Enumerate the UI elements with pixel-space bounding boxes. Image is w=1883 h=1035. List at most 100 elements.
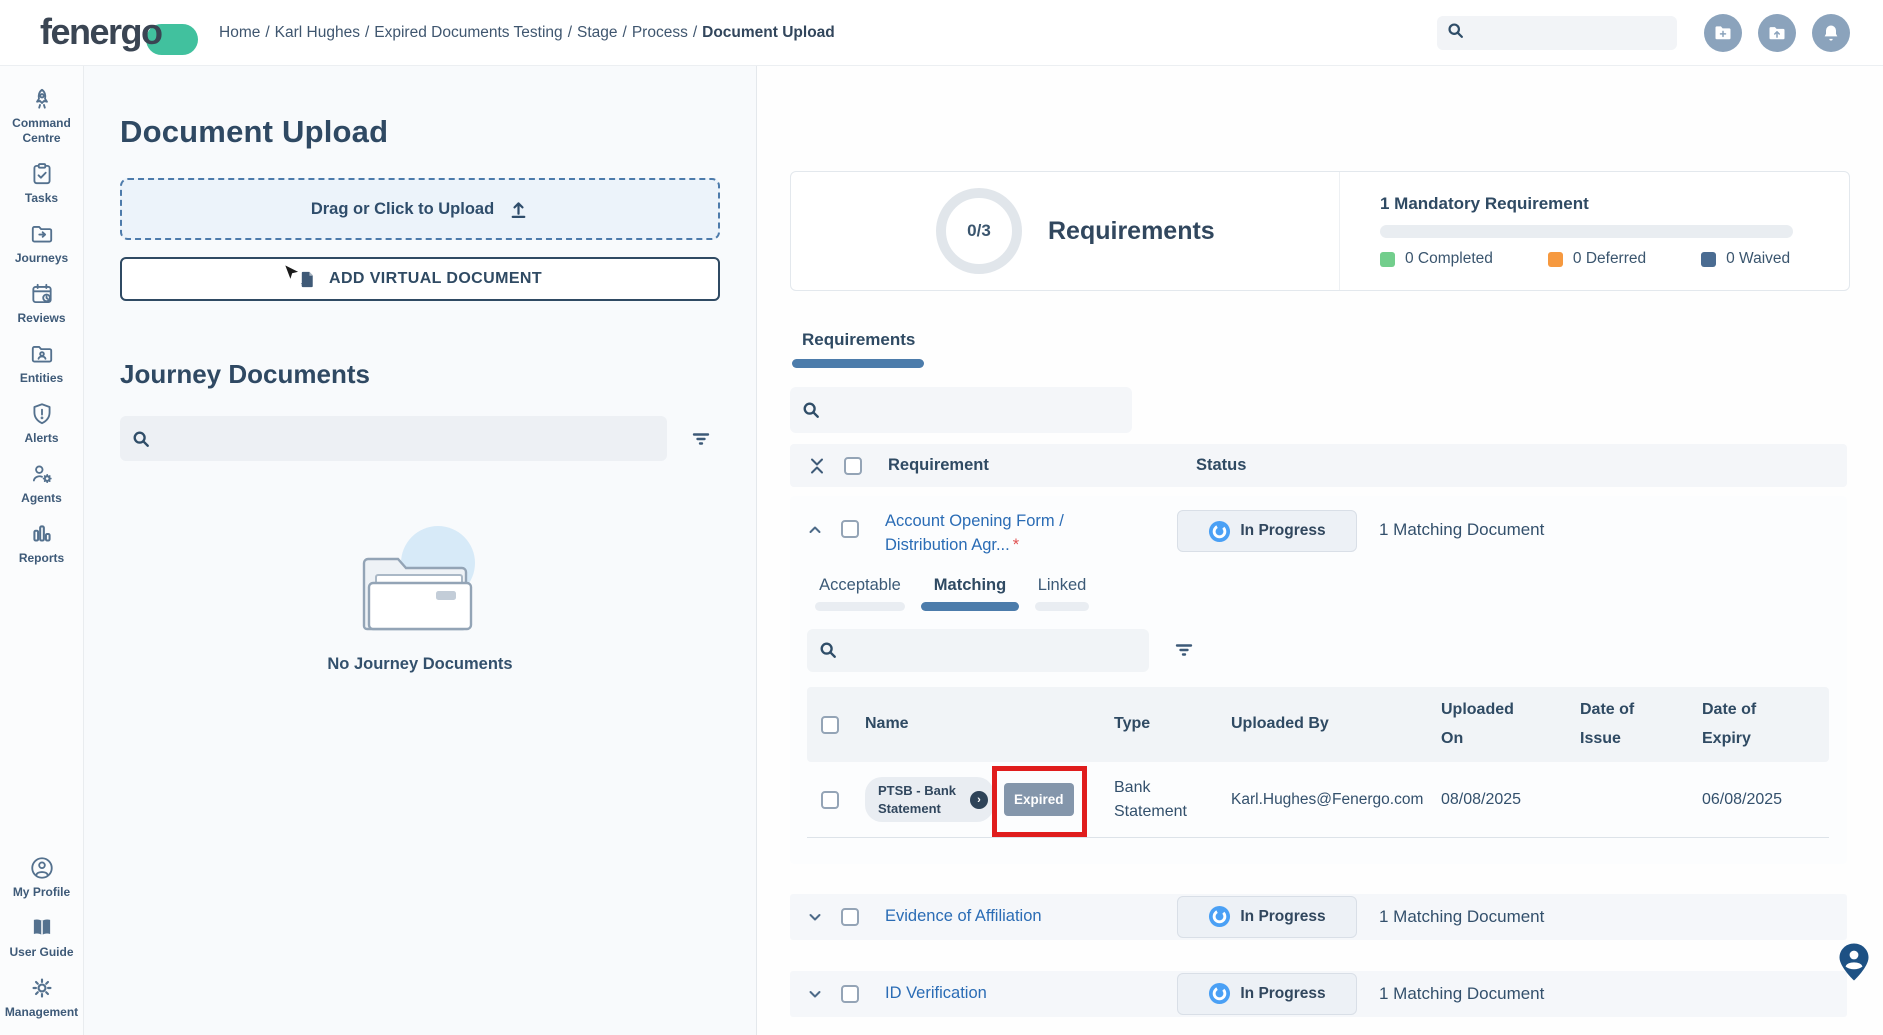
subtab-matching[interactable]: Matching (921, 576, 1019, 611)
expand-group-icon[interactable] (807, 909, 823, 925)
expired-status-badge: Expired (1004, 783, 1074, 816)
assist-widget-button[interactable] (1837, 942, 1871, 987)
matching-documents-search[interactable] (807, 629, 1149, 672)
mandatory-progress-bar (1380, 225, 1793, 238)
search-icon (802, 401, 820, 419)
breadcrumb-entity[interactable]: Karl Hughes (275, 24, 360, 41)
global-search-input[interactable] (1472, 25, 1662, 41)
column-date-of-expiry: Date of Expiry (1702, 696, 1815, 754)
breadcrumb-current: Document Upload (702, 24, 835, 41)
add-virtual-document-label: ADD VIRTUAL DOCUMENT (329, 270, 542, 288)
document-date-of-expiry-cell: 06/08/2025 (1702, 791, 1815, 809)
requirement-group-id-verification: ID Verification In Progress 1 Matching D… (790, 971, 1847, 1017)
journey-documents-title: Journey Documents (120, 359, 720, 390)
requirement-link-id-verification[interactable]: ID Verification (885, 984, 1177, 1003)
breadcrumb-home[interactable]: Home (219, 24, 260, 41)
requirements-table-header: Requirement Status (790, 444, 1847, 487)
global-search[interactable] (1437, 16, 1677, 50)
dropzone-label: Drag or Click to Upload (311, 200, 494, 219)
folder-plus-icon (1713, 23, 1733, 43)
status-chip-in-progress[interactable]: In Progress (1177, 510, 1357, 552)
legend-deferred: 0 Deferred (1548, 250, 1646, 268)
rocket-icon (29, 86, 55, 112)
legend-completed: 0 Completed (1380, 250, 1493, 268)
expand-group-icon[interactable] (807, 986, 823, 1002)
breadcrumb-stage[interactable]: Stage (577, 24, 618, 41)
notifications-button[interactable] (1812, 14, 1850, 52)
nav-user-guide[interactable]: User Guide (2, 915, 82, 960)
collapse-group-icon[interactable] (807, 522, 823, 538)
subtab-linked[interactable]: Linked (1035, 576, 1089, 611)
document-type-cell: Bank Statement (1114, 776, 1231, 822)
requirements-progress-donut: 0/3 (936, 188, 1022, 274)
matching-documents-filter-button[interactable] (1173, 639, 1195, 661)
person-pin-icon (1837, 942, 1871, 982)
fenergo-logo[interactable]: fenergo (40, 11, 205, 55)
tab-requirements[interactable]: Requirements (802, 330, 924, 368)
clipboard-check-icon (29, 161, 55, 187)
shield-alert-icon (29, 401, 55, 427)
open-document-icon[interactable]: › (970, 791, 988, 809)
column-name: Name (865, 710, 1114, 739)
logo-text: fenergo (40, 11, 162, 53)
nav-agents[interactable]: Agents (2, 461, 82, 506)
status-chip-in-progress[interactable]: In Progress (1177, 973, 1357, 1015)
add-folder-button[interactable] (1704, 14, 1742, 52)
filter-icon (690, 428, 712, 450)
document-name-cell: PTSB - Bank Statement › Expired (865, 777, 1114, 822)
requirement-checkbox[interactable] (841, 520, 859, 538)
upload-icon (508, 199, 529, 220)
nav-reports[interactable]: Reports (2, 521, 82, 566)
collapse-all-icon[interactable] (807, 456, 827, 476)
nav-my-profile[interactable]: My Profile (2, 855, 82, 900)
requirement-checkbox[interactable] (841, 985, 859, 1003)
requirements-search[interactable] (790, 387, 1132, 433)
calendar-clock-icon (29, 281, 55, 307)
requirement-checkbox[interactable] (841, 908, 859, 926)
journey-documents-search-input[interactable] (159, 430, 655, 447)
upload-dropzone[interactable]: Drag or Click to Upload (120, 178, 720, 240)
document-pill[interactable]: PTSB - Bank Statement › (865, 777, 994, 822)
nav-command-centre[interactable]: Command Centre (2, 86, 82, 146)
top-header: fenergo Home/Karl Hughes/Expired Documen… (0, 0, 1883, 66)
document-uploaded-on-cell: 08/08/2025 (1441, 791, 1580, 809)
column-status: Status (1196, 456, 1246, 475)
journey-documents-search[interactable] (120, 416, 667, 461)
summary-title: Requirements (1048, 217, 1215, 246)
select-all-documents-checkbox[interactable] (821, 716, 839, 734)
matching-document-count: 1 Matching Document (1379, 907, 1544, 927)
nav-reviews[interactable]: Reviews (2, 281, 82, 326)
requirement-link-evidence-of-affiliation[interactable]: Evidence of Affiliation (885, 907, 1177, 926)
deferred-swatch (1548, 252, 1563, 267)
folder-upload-icon (1767, 23, 1787, 43)
document-checkbox[interactable] (821, 791, 839, 809)
upload-document-button[interactable] (1758, 14, 1796, 52)
search-icon (819, 641, 837, 659)
no-documents-label: No Journey Documents (327, 655, 512, 674)
person-gear-icon (29, 461, 55, 487)
requirement-link-account-opening[interactable]: Account Opening Form / Distribution Agr.… (885, 510, 1177, 558)
breadcrumb-process[interactable]: Process (632, 24, 688, 41)
status-chip-in-progress[interactable]: In Progress (1177, 896, 1357, 938)
nav-entities[interactable]: Entities (2, 341, 82, 386)
requirements-search-input[interactable] (829, 402, 1120, 419)
nav-management[interactable]: Management (2, 975, 82, 1020)
matching-documents-search-input[interactable] (846, 642, 1137, 659)
requirements-panel: 0/3 Requirements 1 Mandatory Requirement… (757, 66, 1883, 1035)
legend-waived: 0 Waived (1701, 250, 1790, 268)
journey-documents-filter-button[interactable] (690, 428, 712, 450)
nav-journeys[interactable]: Journeys (2, 221, 82, 266)
document-upload-panel: Document Upload Drag or Click to Upload … (84, 66, 757, 1035)
add-virtual-document-button[interactable]: ADD VIRTUAL DOCUMENT (120, 257, 720, 301)
breadcrumb-journey[interactable]: Expired Documents Testing (374, 24, 562, 41)
matching-document-count: 1 Matching Document (1379, 984, 1544, 1004)
matching-document-count: 1 Matching Document (1379, 520, 1544, 540)
gear-icon (29, 975, 55, 1001)
column-uploaded-by: Uploaded By (1231, 710, 1441, 739)
left-nav-rail: Command Centre Tasks Journeys Reviews En… (0, 66, 84, 1035)
subtab-acceptable[interactable]: Acceptable (815, 576, 905, 611)
nav-alerts[interactable]: Alerts (2, 401, 82, 446)
requirement-group-account-opening: Account Opening Form / Distribution Agr.… (790, 496, 1847, 864)
nav-tasks[interactable]: Tasks (2, 161, 82, 206)
select-all-checkbox[interactable] (844, 457, 862, 475)
